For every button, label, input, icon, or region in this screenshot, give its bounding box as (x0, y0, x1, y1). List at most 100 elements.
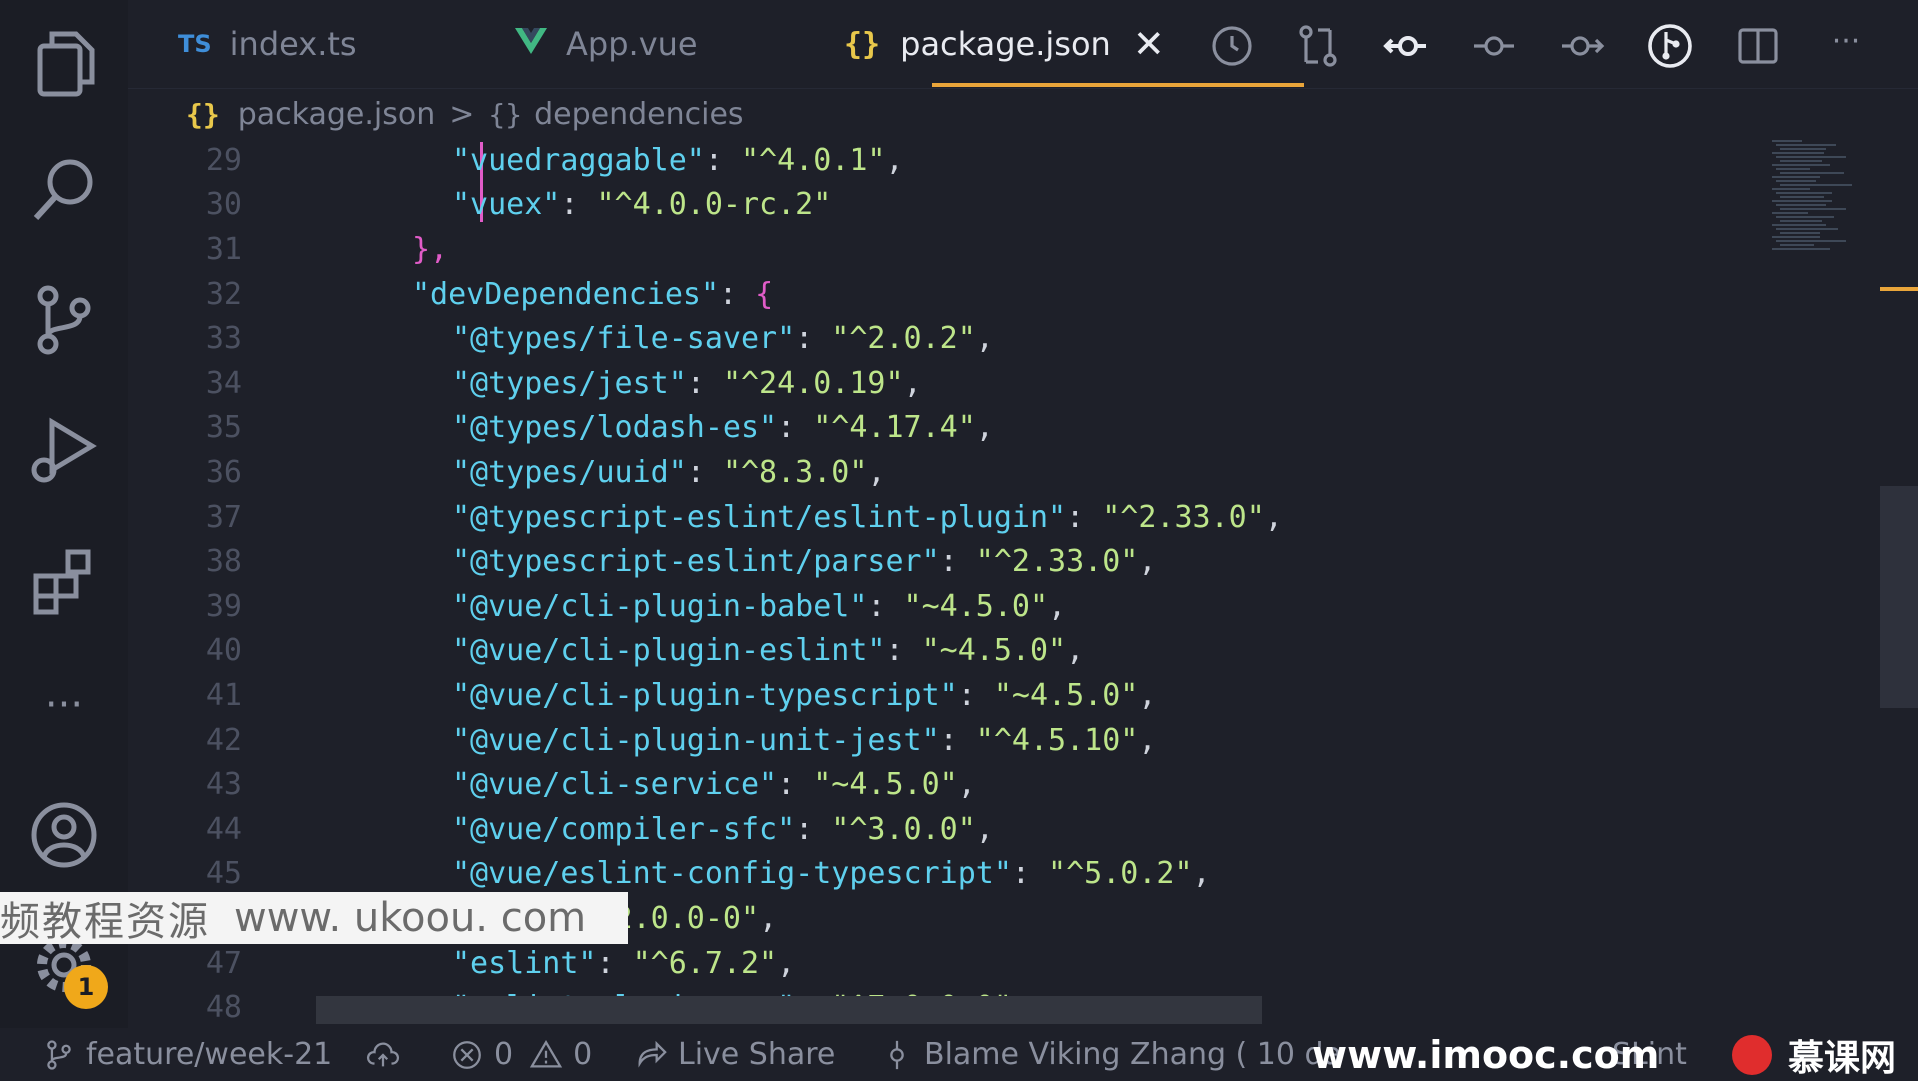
code-content: "@typescript-eslint/parser": "^2.33.0", (452, 544, 1156, 579)
minimap-line (1780, 148, 1826, 150)
minimap-line (1776, 240, 1846, 242)
line-number: 30 (205, 187, 242, 223)
tab-label: App.vue (566, 25, 698, 63)
minimap-line (1780, 208, 1846, 210)
watermark-url: www. ukoou. com (234, 895, 587, 941)
line-number: 36 (205, 454, 242, 490)
warning-count: 0 (573, 1037, 593, 1072)
explorer-icon[interactable] (24, 22, 104, 102)
git-graph-icon[interactable] (1646, 22, 1694, 70)
json-value: "^5.0.2" (1048, 856, 1193, 892)
blame-status[interactable]: Blame Viking Zhang ( 10 da (880, 1030, 1342, 1079)
code-content: "@vue/cli-plugin-babel": "~4.5.0", (452, 589, 1066, 624)
code-content: "@types/jest": "^24.0.19", (452, 366, 922, 401)
json-key: "eslint" (452, 945, 597, 981)
code-content: "@vue/cli-service": "~4.5.0", (452, 767, 976, 802)
compare-changes-icon[interactable] (1294, 22, 1342, 70)
commit-icon[interactable] (1470, 22, 1518, 70)
minimap-line (1776, 156, 1846, 158)
search-icon[interactable] (24, 150, 104, 230)
json-key: "@vue/compiler-sfc" (452, 811, 796, 847)
code-content: "@typescript-eslint/eslint-plugin": "^2.… (452, 500, 1283, 535)
blame-text: Blame Viking Zhang ( 10 da (924, 1037, 1342, 1072)
json-colon: : (777, 767, 814, 803)
cloud-upload-icon (366, 1042, 400, 1066)
sync-status[interactable] (366, 1030, 410, 1079)
line-number: 39 (205, 588, 242, 624)
live-share-status[interactable]: Live Share (634, 1030, 835, 1079)
json-punctuation: , (903, 365, 922, 401)
breadcrumb: {} package.json > {} dependencies (186, 90, 744, 138)
json-key: "@vue/cli-plugin-unit-jest" (452, 722, 940, 758)
json-value: "^3.0.0" (831, 811, 976, 847)
code-line: 32 "devDependencies": { (128, 272, 773, 317)
json-value: "^8.3.0" (722, 454, 868, 490)
more-actions-icon[interactable]: ··· (1822, 22, 1870, 70)
code-line: 29 "vuedraggable": "^4.0.1", (128, 138, 904, 183)
minimap-line (1772, 236, 1820, 238)
line-number: 32 (205, 276, 242, 312)
json-key: "@vue/eslint-config-typescript" (452, 856, 1012, 892)
status-bar: feature/week-21 0 0 Live Share Blame Vik… (0, 1030, 1918, 1079)
json-punctuation: , (885, 142, 904, 178)
source-control-icon[interactable] (24, 280, 104, 360)
minimap-line (1776, 168, 1810, 170)
code-line: 42 "@vue/cli-plugin-unit-jest": "^4.5.10"… (128, 718, 1157, 763)
json-value: "^2.0.2" (831, 321, 976, 357)
json-colon: : (686, 454, 723, 490)
code-line: 38 "@typescript-eslint/parser": "^2.33.0"… (128, 539, 1157, 584)
json-punctuation: , (975, 321, 994, 357)
tab-index-ts[interactable]: TS index.ts (178, 0, 357, 88)
json-key: "@vue/cli-plugin-babel" (452, 588, 868, 624)
json-colon: : (957, 677, 994, 713)
minimap-line (1772, 200, 1832, 202)
code-line: 35 "@types/lodash-es": "^4.17.4", (128, 406, 994, 451)
branch-status[interactable]: feature/week-21 (42, 1030, 332, 1079)
chevron-right-icon: > (449, 96, 475, 132)
tab-app-vue[interactable]: App.vue (514, 0, 698, 88)
line-number: 42 (205, 722, 242, 758)
minimap-line (1772, 152, 1824, 154)
run-debug-icon[interactable] (24, 410, 104, 490)
json-value: "^2.33.0" (975, 544, 1139, 580)
json-value: "^4.0.0-rc.2" (596, 187, 832, 223)
code-line: 44 "@vue/compiler-sfc": "^3.0.0", (128, 807, 994, 852)
json-value: "~4.5.0" (813, 767, 958, 803)
scrollbar[interactable] (1880, 486, 1918, 708)
json-colon: : (560, 187, 597, 223)
vue-icon (514, 25, 548, 63)
previous-change-icon[interactable] (1382, 22, 1430, 70)
tab-package-json[interactable]: {} package.json ✕ (844, 0, 1165, 88)
code-content: "vuex": "^4.0.0-rc.2" (452, 187, 831, 222)
imooc-url: www.imooc.com (1312, 1032, 1660, 1077)
more-icon[interactable]: ··· (24, 665, 104, 745)
next-change-icon[interactable] (1558, 22, 1606, 70)
line-number: 47 (205, 945, 242, 981)
minimap-line (1772, 212, 1808, 214)
json-value: "^24.0.19" (722, 365, 904, 401)
json-punctuation: , (975, 410, 994, 446)
json-punctuation: }, (412, 231, 449, 267)
json-punctuation: , (1138, 544, 1157, 580)
warning-icon (529, 1039, 563, 1067)
line-number: 34 (205, 365, 242, 401)
json-key: "vuex" (452, 187, 561, 223)
json-key: "@types/lodash-es" (452, 410, 778, 446)
split-editor-icon[interactable] (1734, 22, 1782, 70)
account-icon[interactable] (24, 795, 104, 875)
close-icon[interactable]: ✕ (1133, 22, 1165, 66)
json-value: "~4.5.0" (993, 677, 1139, 713)
timeline-icon[interactable] (1206, 22, 1254, 70)
json-punctuation: { (755, 276, 774, 312)
error-icon (453, 1040, 481, 1069)
json-key: "@typescript-eslint/parser" (452, 544, 940, 580)
json-value: "~4.5.0" (921, 633, 1067, 669)
minimap-line (1776, 204, 1826, 206)
breadcrumb-file[interactable]: package.json (238, 97, 436, 132)
json-colon: : (939, 544, 976, 580)
minimap[interactable] (1766, 140, 1878, 280)
extensions-icon[interactable] (24, 540, 104, 620)
json-punctuation: , (759, 900, 778, 936)
breadcrumb-node[interactable]: dependencies (534, 97, 743, 132)
problems-status[interactable]: 0 0 (450, 1030, 592, 1079)
